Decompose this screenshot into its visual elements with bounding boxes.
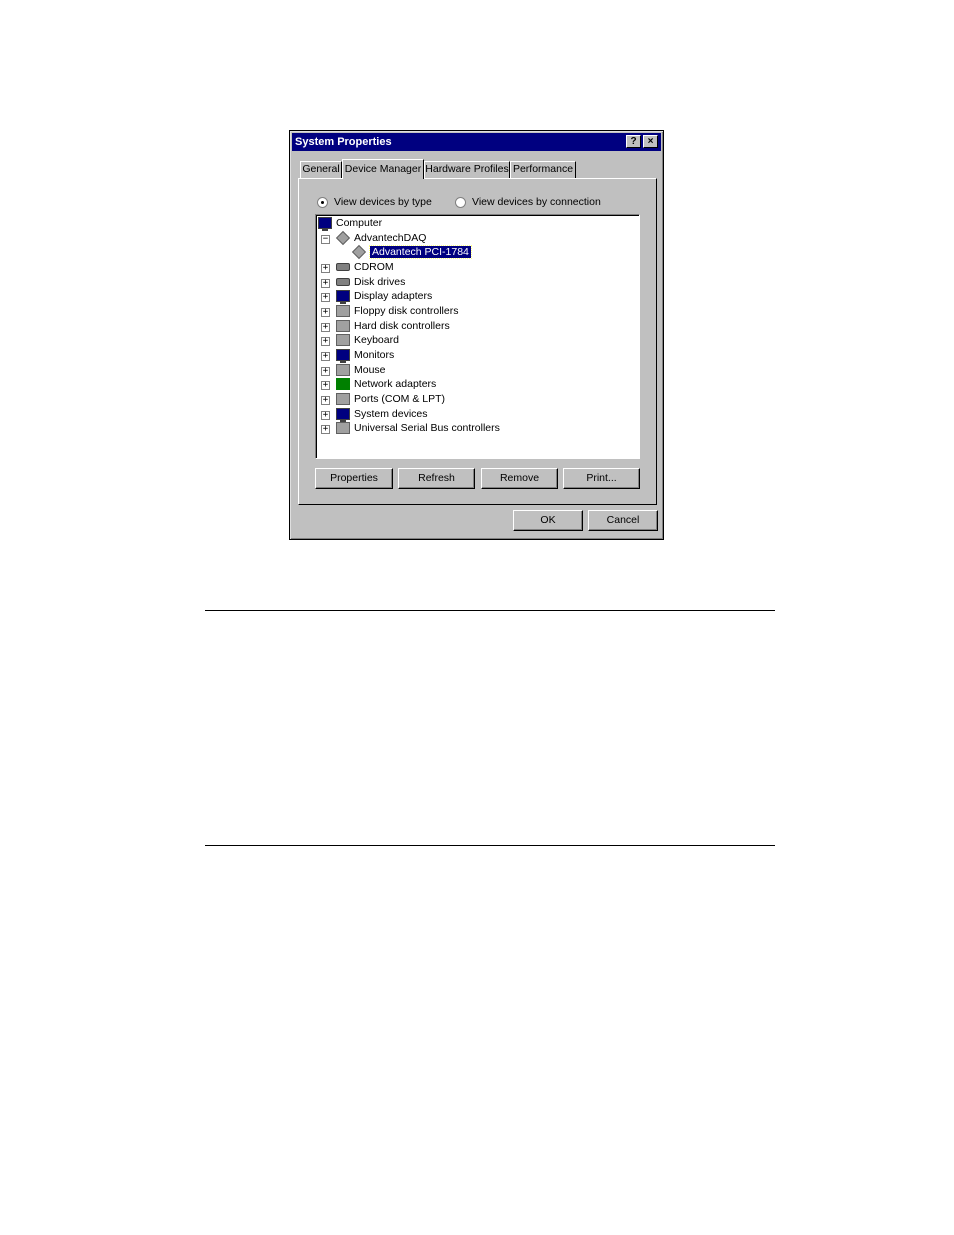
ok-button[interactable]: OK [513, 510, 583, 531]
expand-toggle[interactable]: + [321, 411, 330, 420]
help-button[interactable]: ? [626, 135, 641, 148]
daq-device-icon [335, 230, 351, 246]
tree-node-category[interactable]: Floppy disk controllers [336, 304, 458, 318]
usb-icon [336, 422, 350, 434]
port-icon [336, 393, 350, 405]
tree-node-category[interactable]: Keyboard [336, 333, 399, 347]
hard-disk-controller-icon [336, 320, 350, 332]
title-bar[interactable]: System Properties ? × [292, 133, 661, 151]
expand-toggle[interactable]: + [321, 337, 330, 346]
view-by-connection-radio[interactable] [455, 196, 466, 208]
view-by-connection-option[interactable]: View devices by connection [455, 195, 601, 209]
tab-performance[interactable]: Performance [510, 161, 576, 178]
close-button[interactable]: × [643, 135, 658, 148]
computer-icon [318, 217, 332, 231]
tree-node-category[interactable]: CDROM [336, 260, 394, 274]
tree-node-label: Hard disk controllers [354, 320, 450, 332]
device-tree[interactable]: Computer − AdvantechDAQ Advantech PCI-17… [315, 214, 640, 459]
tree-node-label: Floppy disk controllers [354, 305, 459, 317]
network-adapter-icon [336, 378, 350, 390]
tree-node-label: System devices [354, 408, 428, 420]
mouse-icon [336, 364, 350, 376]
expand-toggle[interactable]: + [321, 323, 330, 332]
tab-hardware-profiles[interactable]: Hardware Profiles [424, 161, 510, 178]
view-by-connection-label: View devices by connection [472, 196, 601, 208]
display-adapter-icon [336, 290, 350, 304]
tree-node-category[interactable]: System devices [336, 407, 428, 422]
tree-node-label: Universal Serial Bus controllers [354, 422, 500, 434]
tree-node-label: Display adapters [354, 290, 433, 302]
cancel-button[interactable]: Cancel [588, 510, 658, 531]
expand-toggle[interactable]: + [321, 352, 330, 361]
properties-button[interactable]: Properties [315, 468, 393, 489]
floppy-controller-icon [336, 305, 350, 317]
expand-toggle[interactable]: + [321, 279, 330, 288]
keyboard-icon [336, 334, 350, 346]
tree-node-label: Disk drives [354, 276, 406, 288]
device-manager-panel: View devices by type View devices by con… [298, 178, 657, 505]
tree-node-label: CDROM [354, 261, 394, 273]
expand-toggle[interactable]: + [321, 293, 330, 302]
tab-general[interactable]: General [300, 161, 342, 178]
tree-node-label: Advantech PCI-1784 [369, 245, 472, 259]
refresh-button[interactable]: Refresh [398, 468, 475, 489]
expand-toggle[interactable]: + [321, 367, 330, 376]
tab-device-manager[interactable]: Device Manager [342, 159, 424, 179]
system-device-icon [336, 408, 350, 422]
collapse-toggle[interactable]: − [321, 235, 330, 244]
daq-device-icon [351, 244, 367, 260]
tree-node-label: Network adapters [354, 378, 437, 390]
window-title: System Properties [295, 136, 392, 148]
tree-node-advantechdaq[interactable]: AdvantechDAQ [335, 230, 427, 246]
print-button[interactable]: Print... [563, 468, 640, 489]
tree-node-category[interactable]: Universal Serial Bus controllers [336, 421, 500, 435]
view-by-type-radio[interactable] [317, 196, 328, 208]
tree-node-category[interactable]: Monitors [336, 348, 395, 363]
tree-node-label: Mouse [354, 364, 386, 376]
horizontal-rule-top [205, 610, 775, 611]
tree-node-category[interactable]: Mouse [336, 363, 386, 377]
tree-node-category[interactable]: Network adapters [336, 377, 436, 391]
disk-drive-icon [336, 278, 350, 286]
remove-button[interactable]: Remove [481, 468, 558, 489]
cdrom-icon [336, 263, 350, 271]
tree-node-label: Computer [336, 217, 383, 229]
system-properties-dialog: System Properties ? × General Device Man… [289, 130, 664, 540]
expand-toggle[interactable]: + [321, 264, 330, 273]
expand-toggle[interactable]: + [321, 381, 330, 390]
horizontal-rule-bottom [205, 845, 775, 846]
tree-node-category[interactable]: Disk drives [336, 275, 405, 289]
tree-node-category[interactable]: Hard disk controllers [336, 319, 450, 333]
expand-toggle[interactable]: + [321, 308, 330, 317]
view-by-type-label: View devices by type [334, 196, 432, 208]
expand-toggle[interactable]: + [321, 425, 330, 434]
monitor-icon [336, 349, 350, 363]
tree-node-category[interactable]: Display adapters [336, 289, 433, 304]
tree-node-advantech-pci-1784[interactable]: Advantech PCI-1784 [351, 244, 472, 260]
tree-node-category[interactable]: Ports (COM & LPT) [336, 392, 445, 406]
view-by-type-option[interactable]: View devices by type [317, 195, 432, 209]
tree-node-label: Ports (COM & LPT) [354, 393, 446, 405]
tree-node-label: AdvantechDAQ [354, 232, 427, 244]
tree-node-computer[interactable]: Computer [318, 216, 383, 231]
tree-node-label: Keyboard [354, 334, 399, 346]
tree-node-label: Monitors [354, 349, 395, 361]
expand-toggle[interactable]: + [321, 396, 330, 405]
